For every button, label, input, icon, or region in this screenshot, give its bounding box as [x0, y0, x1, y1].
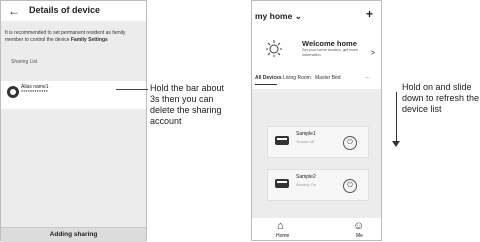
- active-tab-indicator: [255, 84, 277, 85]
- chevron-down-icon: ⌄: [294, 11, 302, 21]
- user-icon[interactable]: ☺: [353, 221, 364, 232]
- sun-icon: [266, 40, 282, 57]
- more-tabs-icon[interactable]: ···: [365, 75, 370, 81]
- welcome-title: Welcome home: [302, 39, 357, 48]
- tab-living-room[interactable]: Living Room: [283, 75, 311, 81]
- page-title: Details of device: [29, 5, 101, 15]
- adding-sharing-button[interactable]: Adding sharing: [1, 227, 146, 242]
- family-info-text: It is recommended to set permanent resid…: [5, 30, 126, 43]
- air-conditioner-icon: [275, 179, 289, 188]
- bottom-nav: ⌂ Home ☺ Me: [252, 218, 381, 240]
- home-screen: my home ⌄ + Welcome home Set your home l…: [251, 0, 382, 241]
- plus-icon[interactable]: +: [366, 7, 373, 21]
- device-status: Already On: [296, 182, 317, 187]
- tab-all-devices[interactable]: All Devices: [255, 75, 282, 81]
- device-card[interactable]: Sample1 Turned off ⏻: [267, 126, 369, 158]
- sharing-list-label: Sharing List: [11, 59, 38, 65]
- account-avatar-icon: [7, 86, 19, 98]
- top-bar: ← Details of device: [1, 1, 146, 21]
- tab-master-bed[interactable]: Master Bed: [315, 75, 341, 81]
- air-conditioner-icon: [275, 136, 289, 145]
- device-name: Sample2: [296, 174, 316, 180]
- nav-me-label[interactable]: Me: [356, 233, 363, 239]
- power-icon[interactable]: ⏻: [343, 136, 357, 150]
- header: my home ⌄ + Welcome home Set your home l…: [252, 1, 381, 71]
- callout-line: [116, 89, 148, 90]
- welcome-subtitle: Set your home location, get more informa…: [302, 48, 358, 57]
- family-settings-link[interactable]: Family Settings: [71, 37, 108, 43]
- back-arrow-icon[interactable]: ←: [8, 4, 20, 18]
- arrow-down-icon: [392, 141, 400, 147]
- refresh-arrow: [396, 92, 397, 144]
- home-selector[interactable]: my home ⌄: [255, 11, 302, 22]
- account-id: ************: [21, 90, 48, 96]
- device-details-screen: ← Details of device It is recommended to…: [0, 0, 147, 242]
- room-tabs: All Devices Living Room Master Bed ···: [252, 71, 381, 89]
- device-card[interactable]: Sample2 Already On ⏻: [267, 169, 369, 201]
- nav-home-label[interactable]: Home: [276, 233, 289, 239]
- shared-account-row[interactable]: Alias name1 ************: [1, 81, 146, 109]
- device-name: Sample1: [296, 131, 316, 137]
- home-icon[interactable]: ⌂: [277, 221, 284, 232]
- device-status: Turned off: [296, 139, 315, 144]
- chevron-right-icon[interactable]: >: [371, 50, 375, 57]
- annotation-refresh: Hold on and slide down to refresh the de…: [402, 82, 480, 114]
- annotation-delete-sharing: Hold the bar about 3s then you can delet…: [150, 83, 225, 126]
- power-icon[interactable]: ⏻: [343, 179, 357, 193]
